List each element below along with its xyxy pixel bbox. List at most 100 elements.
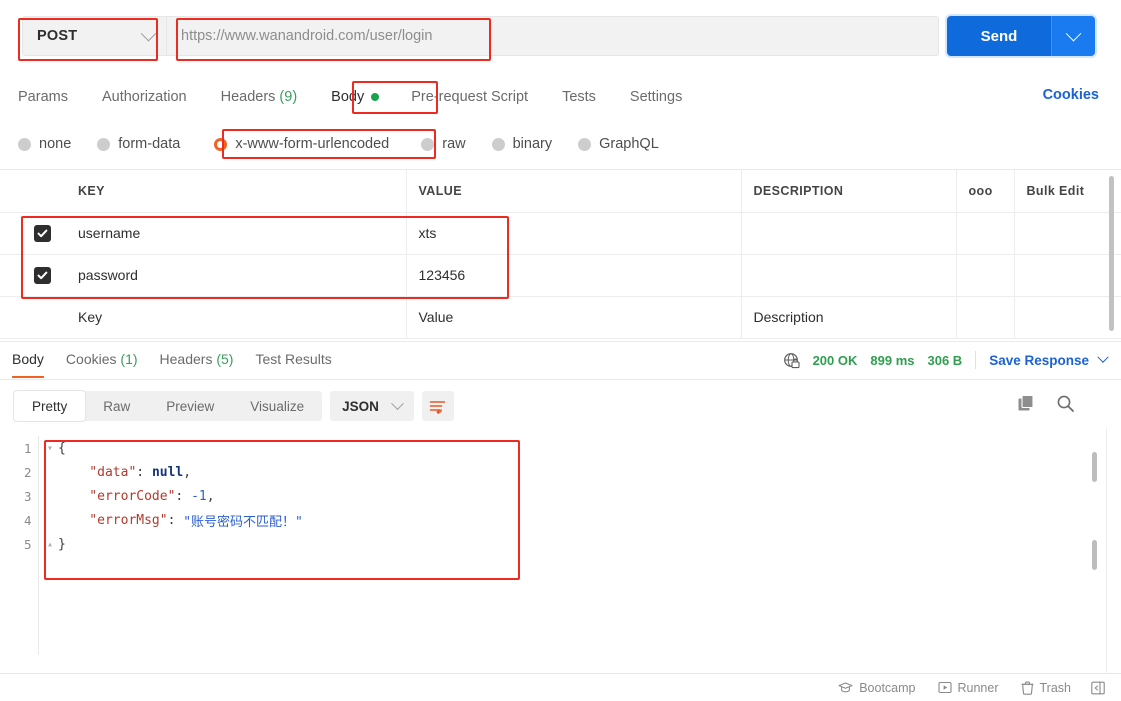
- url-text: https://www.wanandroid.com/user/login: [181, 28, 433, 44]
- tab-headers[interactable]: Headers (9): [221, 89, 298, 105]
- send-button-group: Send: [947, 16, 1095, 56]
- bottom-status-bar: Bootcamp Runner Trash: [0, 673, 1121, 701]
- body-type-binary[interactable]: binary: [491, 136, 553, 152]
- code-text: }: [58, 536, 66, 552]
- response-body-panel: Pretty Raw Preview Visualize JSON 1 ▾ {…: [0, 379, 1121, 673]
- table-row[interactable]: username xts: [0, 212, 1121, 255]
- row-checkbox-cell[interactable]: [0, 296, 66, 339]
- code-text: -1: [191, 488, 207, 504]
- body-type-x-www-form-urlencoded[interactable]: x-www-form-urlencoded: [206, 136, 389, 152]
- response-tabs-bar: Body Cookies (1) Headers (5) Test Result…: [0, 341, 1121, 379]
- response-tab-test-results[interactable]: Test Results: [255, 351, 331, 370]
- checkbox-checked-icon[interactable]: [34, 224, 51, 242]
- code-text: ,: [183, 464, 192, 480]
- tab-label: Authorization: [101, 89, 187, 105]
- fold-toggle-icon[interactable]: ▴: [42, 539, 58, 550]
- new-value-input[interactable]: Value: [406, 296, 742, 339]
- row-key[interactable]: password: [66, 254, 407, 297]
- table-row-empty[interactable]: Key Value Description: [0, 296, 1121, 339]
- status-item-label: Runner: [957, 680, 999, 695]
- radio-icon: [18, 137, 31, 151]
- response-language-dropdown[interactable]: JSON: [330, 391, 414, 421]
- row-value[interactable]: xts: [406, 212, 742, 255]
- checkbox-checked-icon[interactable]: [34, 266, 51, 284]
- response-tab-cookies[interactable]: Cookies (1): [66, 351, 138, 370]
- response-tab-headers[interactable]: Headers (5): [160, 351, 234, 370]
- table-row[interactable]: password 123456: [0, 254, 1121, 297]
- format-tab-preview[interactable]: Preview: [148, 391, 232, 421]
- http-method-selector[interactable]: POST: [22, 16, 167, 56]
- code-text: :: [175, 488, 192, 504]
- tab-body[interactable]: Body: [331, 89, 380, 105]
- row-checkbox-cell[interactable]: [0, 212, 66, 255]
- row-spacer: [956, 254, 1015, 297]
- copy-icon[interactable]: [1017, 394, 1036, 413]
- code-text: :: [167, 512, 184, 528]
- status-item-label: Bootcamp: [859, 680, 916, 695]
- tab-count: (9): [279, 89, 298, 105]
- tab-label: Headers: [220, 89, 276, 105]
- search-icon[interactable]: [1056, 394, 1075, 413]
- tab-label: Test Results: [255, 351, 332, 367]
- response-format-bar: Pretty Raw Preview Visualize JSON: [14, 391, 454, 421]
- header-description: DESCRIPTION: [741, 170, 957, 213]
- code-text: "errorMsg": [58, 512, 168, 528]
- new-description-input[interactable]: Description: [741, 296, 957, 339]
- word-wrap-button[interactable]: [421, 391, 454, 421]
- format-tab-visualize[interactable]: Visualize: [232, 391, 322, 421]
- tab-params[interactable]: Params: [18, 89, 68, 105]
- tab-tests[interactable]: Tests: [562, 89, 596, 105]
- row-description[interactable]: [741, 212, 957, 255]
- chevron-down-icon: [390, 396, 404, 410]
- radio-label: none: [39, 136, 72, 152]
- format-tab-pretty[interactable]: Pretty: [14, 391, 86, 421]
- response-status: 200 OK: [812, 352, 858, 368]
- body-type-radio-group: none form-data x-www-form-urlencoded raw…: [0, 127, 1121, 161]
- radio-label: x-www-form-urlencoded: [235, 136, 390, 152]
- runner-button[interactable]: Runner: [937, 680, 999, 695]
- url-input-wrapper[interactable]: https://www.wanandroid.com/user/login: [167, 16, 939, 56]
- body-active-dot-icon: [371, 93, 380, 101]
- url-input[interactable]: https://www.wanandroid.com/user/login: [167, 16, 939, 56]
- row-description[interactable]: [741, 254, 957, 297]
- response-scrollbar-thumb-top[interactable]: [1092, 452, 1097, 482]
- radio-icon: [421, 137, 435, 151]
- globe-lock-icon: [783, 352, 800, 369]
- code-text: null: [151, 464, 184, 480]
- bootcamp-button[interactable]: Bootcamp: [838, 680, 916, 695]
- row-checkbox-cell[interactable]: [0, 254, 66, 297]
- chevron-down-icon: [1065, 25, 1082, 41]
- panel-toggle-icon: [1091, 681, 1111, 695]
- panel-toggle-button[interactable]: [1091, 681, 1111, 695]
- bulk-edit-button[interactable]: Bulk Edit: [1014, 170, 1121, 213]
- tab-settings[interactable]: Settings: [630, 89, 682, 105]
- tab-authorization[interactable]: Authorization: [102, 89, 187, 105]
- format-tab-raw[interactable]: Raw: [85, 391, 148, 421]
- new-key-input[interactable]: Key: [66, 296, 407, 339]
- table-header-row: KEY VALUE DESCRIPTION ooo Bulk Edit: [0, 170, 1121, 213]
- body-type-graphql[interactable]: GraphQL: [578, 136, 659, 152]
- code-text: ,: [206, 488, 215, 504]
- response-scrollbar-thumb-bottom[interactable]: [1092, 540, 1097, 570]
- tab-label: Headers: [159, 351, 213, 367]
- table-options-button[interactable]: ooo: [956, 170, 1015, 213]
- row-key[interactable]: username: [66, 212, 407, 255]
- response-tab-body[interactable]: Body: [12, 351, 44, 378]
- params-table-scrollbar[interactable]: [1109, 176, 1114, 331]
- body-type-raw[interactable]: raw: [421, 136, 466, 152]
- send-options-button[interactable]: [1051, 16, 1095, 56]
- tab-pre-request-script[interactable]: Pre-request Script: [411, 89, 528, 105]
- save-response-button[interactable]: Save Response: [989, 351, 1109, 368]
- line-number: 5: [24, 536, 32, 552]
- response-size: 306 B: [927, 352, 963, 368]
- cookies-link[interactable]: Cookies: [1043, 87, 1099, 103]
- fold-toggle-icon[interactable]: ▾: [42, 443, 58, 454]
- response-code-viewer[interactable]: 1 ▾ { 2 "data" : null , 3 "errorCode": …: [14, 436, 1081, 659]
- http-method-dropdown[interactable]: POST: [22, 16, 167, 56]
- row-value[interactable]: 123456: [406, 254, 742, 297]
- radio-label: binary: [512, 136, 553, 152]
- trash-button[interactable]: Trash: [1021, 681, 1071, 695]
- body-type-none[interactable]: none: [18, 136, 71, 152]
- send-button[interactable]: Send: [947, 16, 1051, 56]
- body-type-form-data[interactable]: form-data: [97, 136, 180, 152]
